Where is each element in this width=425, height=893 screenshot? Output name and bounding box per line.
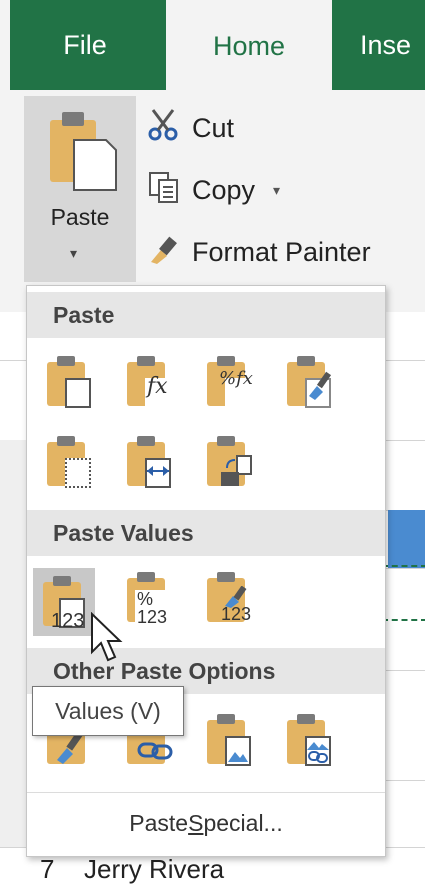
values-number-format-icon-text: % 123 — [137, 589, 168, 627]
paste-option-formulas-icon[interactable]: fx — [127, 356, 173, 408]
selected-cell-highlight — [388, 510, 425, 568]
paste-special-suffix: pecial... — [203, 809, 283, 836]
paste-option-values-icon[interactable]: 123 — [33, 568, 95, 636]
mouse-pointer-icon — [91, 612, 123, 662]
paste-dropdown-caret[interactable]: ▾ — [70, 245, 77, 262]
copy-dropdown-caret[interactable]: ▾ — [273, 182, 280, 199]
paste-special-hotkey: S — [188, 809, 204, 836]
paste-option-keep-column-widths-icon[interactable] — [127, 436, 173, 488]
paste-special-prefix: Paste — [129, 809, 189, 836]
scissors-icon — [146, 108, 182, 149]
section-paste: Paste — [27, 292, 385, 338]
paste-option-transpose-icon[interactable] — [207, 436, 253, 488]
paste-icon — [50, 112, 117, 191]
cut-label: Cut — [192, 113, 235, 143]
values-source-formatting-icon-text: 123 — [221, 604, 252, 624]
paste-label: Paste — [50, 204, 110, 230]
paste-option-keep-source-formatting-icon[interactable] — [287, 356, 333, 408]
format-painter-icon — [146, 232, 182, 273]
paste-special-menu-item[interactable]: Paste Special... — [27, 792, 385, 853]
cell-value[interactable]: Jerry Rivera — [84, 854, 224, 885]
tab-home[interactable]: Home — [166, 0, 332, 92]
paste-option-values-source-formatting-icon[interactable]: 123 — [207, 572, 253, 624]
paste-option-no-borders-icon[interactable] — [47, 436, 93, 488]
paste-option-formulas-number-format-icon[interactable]: %fx — [207, 356, 253, 408]
paste-option-values-number-format-icon[interactable]: % 123 — [127, 572, 173, 627]
copy-icon — [146, 170, 182, 211]
section-paste-values: Paste Values — [27, 510, 385, 556]
paste-button[interactable] — [24, 96, 136, 282]
tab-insert[interactable]: Inse — [340, 0, 425, 90]
paste-option-paste-icon[interactable] — [47, 356, 93, 408]
format-painter-label: Format Painter — [192, 237, 371, 267]
paste-option-picture-icon[interactable] — [207, 714, 253, 766]
cut-button[interactable]: Cut — [146, 108, 234, 149]
copy-label: Copy — [192, 175, 256, 205]
tab-file[interactable]: File — [10, 0, 160, 90]
values-icon-text: 123 — [51, 610, 85, 632]
copy-button[interactable]: Copy ▾ — [146, 170, 280, 211]
row-number: 7 — [40, 854, 55, 884]
copy-marquee — [382, 565, 425, 621]
values-tooltip: Values (V) — [32, 686, 184, 736]
paste-option-linked-picture-icon[interactable] — [287, 714, 333, 766]
format-painter-button[interactable]: Format Painter — [146, 232, 371, 273]
paste-options-menu: Paste fx %fx Paste Values 123 % 123 123 … — [26, 285, 386, 857]
